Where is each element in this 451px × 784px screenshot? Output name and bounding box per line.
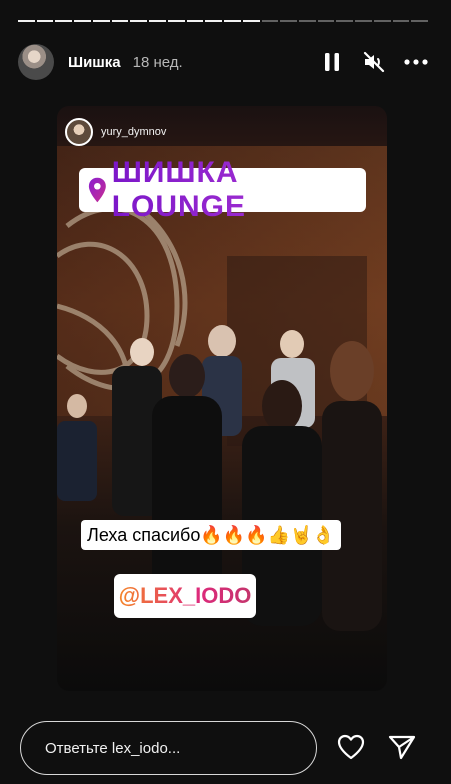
- location-label: ШИШКА LOUNGE: [112, 156, 366, 224]
- progress-segment: [411, 20, 429, 22]
- progress-segment: [373, 20, 391, 22]
- story-media[interactable]: yury_dymnov ШИШКА LOUNGE Леха спасибо🔥🔥🔥…: [57, 106, 387, 691]
- credit-row[interactable]: yury_dymnov: [65, 118, 166, 146]
- like-button[interactable]: [333, 729, 369, 765]
- progress-segment: [186, 20, 204, 22]
- progress-segment: [242, 20, 260, 22]
- progress-segment: [392, 20, 410, 22]
- progress-segment: [167, 20, 185, 22]
- progress-segment: [111, 20, 129, 22]
- share-button[interactable]: [384, 729, 420, 765]
- location-pin-icon: [88, 177, 106, 203]
- reply-input[interactable]: Ответьте lex_iodo...: [20, 721, 317, 775]
- progress-segment: [205, 20, 223, 22]
- progress-segment: [18, 20, 35, 22]
- pause-icon: [325, 53, 339, 71]
- progress-segment: [92, 20, 110, 22]
- story-header: Шишка 18 нед.: [18, 44, 433, 80]
- avatar[interactable]: [18, 44, 54, 80]
- mention-sticker[interactable]: @LEX_IODO: [114, 574, 256, 618]
- timestamp: 18 нед.: [132, 53, 183, 71]
- progress-segment: [317, 20, 335, 22]
- progress-segment: [280, 20, 298, 22]
- progress-segment: [224, 20, 241, 22]
- send-icon: [388, 735, 416, 760]
- progress-segment: [36, 20, 54, 22]
- progress-segment: [130, 20, 148, 22]
- speaker-muted-icon: [363, 51, 385, 73]
- more-horizontal-icon: [404, 59, 428, 65]
- progress-segment: [74, 20, 91, 22]
- more-options-button[interactable]: [399, 45, 433, 79]
- reply-placeholder: Ответьте lex_iodo...: [45, 739, 181, 757]
- location-sticker[interactable]: ШИШКА LOUNGE: [79, 156, 366, 223]
- progress-segment: [55, 20, 73, 22]
- pause-button[interactable]: [315, 45, 349, 79]
- heart-icon: [337, 734, 365, 760]
- progress-segment: [299, 20, 316, 22]
- progress-segment: [261, 20, 279, 22]
- mention-label: @LEX_IODO: [118, 583, 252, 608]
- credit-avatar: [65, 118, 93, 146]
- story-progress-bar: [18, 20, 429, 22]
- username[interactable]: Шишка: [68, 54, 121, 71]
- mute-button[interactable]: [357, 45, 391, 79]
- progress-segment: [355, 20, 372, 22]
- progress-segment: [336, 20, 354, 22]
- progress-segment: [149, 20, 166, 22]
- credit-username: yury_dymnov: [101, 126, 167, 138]
- text-sticker: Леха спасибо🔥🔥🔥👍🤘👌: [81, 520, 341, 550]
